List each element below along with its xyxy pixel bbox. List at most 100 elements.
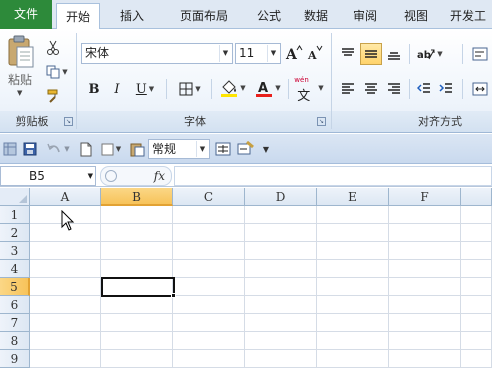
column-header-overflow[interactable] xyxy=(461,188,492,206)
undo-dropdown-icon[interactable]: ▼ xyxy=(64,145,69,153)
decrease-indent-button[interactable] xyxy=(414,78,434,100)
grid-cell[interactable] xyxy=(101,332,173,350)
text-orientation-button[interactable]: ab ▼ xyxy=(414,43,446,65)
phonetic-guide-button[interactable]: wén 文 ▼ xyxy=(292,75,326,104)
grid-cell[interactable] xyxy=(245,350,317,368)
grid-cell[interactable] xyxy=(173,224,245,242)
clipboard-dialog-launcher[interactable]: ↘ xyxy=(64,117,73,126)
grid-cell[interactable] xyxy=(461,278,492,296)
grid-cell[interactable] xyxy=(173,296,245,314)
grid-cell[interactable] xyxy=(461,260,492,278)
number-format-combo[interactable]: 常规 ▼ xyxy=(148,139,210,159)
align-center-button[interactable] xyxy=(360,78,382,100)
tab-8[interactable]: 开发工 xyxy=(444,3,492,29)
grid-cell[interactable] xyxy=(245,206,317,224)
grid-cell[interactable] xyxy=(101,260,173,278)
column-header[interactable]: F xyxy=(389,188,461,206)
underline-button[interactable]: U ▼ xyxy=(130,78,160,100)
font-dialog-launcher[interactable]: ↘ xyxy=(317,117,326,126)
grow-font-button[interactable]: A xyxy=(284,42,304,64)
wrap-text-button[interactable] xyxy=(470,43,490,65)
paint-format-button[interactable] xyxy=(236,140,256,158)
grid-cell[interactable] xyxy=(317,278,389,296)
form-button[interactable] xyxy=(214,140,232,158)
tab-5[interactable]: 数据 xyxy=(294,3,338,29)
align-right-button[interactable] xyxy=(384,78,404,100)
save-button[interactable] xyxy=(22,140,38,158)
grid-cell[interactable] xyxy=(101,314,173,332)
grid-cell[interactable] xyxy=(173,242,245,260)
tab-1[interactable]: 开始 xyxy=(56,3,100,30)
font-color-button[interactable]: A ▼ xyxy=(252,77,284,99)
grid-cell[interactable] xyxy=(173,278,245,296)
grid-cell[interactable] xyxy=(389,224,461,242)
grid-cell[interactable] xyxy=(30,278,101,296)
chevron-down-icon[interactable]: ▼ xyxy=(219,45,231,62)
row-header[interactable]: 4 xyxy=(0,260,30,278)
grid-cell[interactable] xyxy=(245,278,317,296)
italic-button[interactable]: I xyxy=(107,78,127,100)
column-header[interactable]: C xyxy=(173,188,245,206)
name-box[interactable]: B5 ▼ xyxy=(0,166,96,186)
grid-cell[interactable] xyxy=(317,206,389,224)
grid-cell[interactable] xyxy=(317,350,389,368)
grid-cell[interactable] xyxy=(101,350,173,368)
tab-7[interactable]: 视图 xyxy=(392,3,440,29)
grid-cell[interactable] xyxy=(389,278,461,296)
align-middle-button[interactable] xyxy=(360,43,382,65)
align-top-button[interactable] xyxy=(338,43,358,65)
grid-cell[interactable] xyxy=(389,206,461,224)
chevron-down-icon[interactable]: ▼ xyxy=(267,45,279,62)
grid-cell[interactable] xyxy=(173,332,245,350)
row-header[interactable]: 7 xyxy=(0,314,30,332)
row-header[interactable]: 2 xyxy=(0,224,30,242)
grid-cell[interactable] xyxy=(245,224,317,242)
merge-center-button[interactable] xyxy=(470,78,490,100)
grid-cell[interactable] xyxy=(461,296,492,314)
insert-function-button[interactable]: fx xyxy=(154,167,165,185)
row-header[interactable]: 1 xyxy=(0,206,30,224)
grid-cell[interactable] xyxy=(30,242,101,260)
grid-cell[interactable] xyxy=(389,260,461,278)
tab-6[interactable]: 审阅 xyxy=(342,3,388,29)
grid-cell[interactable] xyxy=(245,332,317,350)
increase-indent-button[interactable] xyxy=(436,78,456,100)
undo-button[interactable]: ▼ xyxy=(44,140,72,158)
grid-cell[interactable] xyxy=(173,350,245,368)
grid-cell[interactable] xyxy=(30,332,101,350)
grid-cell[interactable] xyxy=(30,260,101,278)
bold-button[interactable]: B xyxy=(84,78,104,100)
grid-cell[interactable] xyxy=(461,206,492,224)
grid-cell[interactable] xyxy=(245,296,317,314)
grid-cell[interactable] xyxy=(461,242,492,260)
grid-cell[interactable] xyxy=(101,224,173,242)
grid-cell[interactable] xyxy=(389,314,461,332)
borders-dropdown-icon[interactable]: ▼ xyxy=(195,85,200,93)
grid-cell[interactable] xyxy=(245,260,317,278)
chevron-down-icon[interactable]: ▼ xyxy=(196,141,208,157)
paste-special-button[interactable] xyxy=(128,140,146,158)
grid-cell[interactable] xyxy=(317,296,389,314)
grid-cell[interactable] xyxy=(461,350,492,368)
paste-button[interactable]: 粘贴 ▼ xyxy=(4,33,38,105)
tab-3[interactable]: 页面布局 xyxy=(165,3,243,29)
row-header[interactable]: 8 xyxy=(0,332,30,350)
row-header[interactable]: 3 xyxy=(0,242,30,260)
row-header[interactable]: 5 xyxy=(0,278,30,296)
grid-cell[interactable] xyxy=(101,278,173,296)
grid-cell[interactable] xyxy=(101,206,173,224)
borders-button[interactable]: ▼ xyxy=(174,78,206,100)
tab-0[interactable]: 文件 xyxy=(0,0,52,29)
checkbox-control-button[interactable]: ▼ xyxy=(98,140,124,158)
chevron-down-icon[interactable]: ▼ xyxy=(88,167,93,185)
customize-qat-button[interactable]: ▼ xyxy=(260,140,272,158)
font-size-combo[interactable]: 11 ▼ xyxy=(235,43,281,64)
grid-cell[interactable] xyxy=(389,242,461,260)
column-header[interactable]: A xyxy=(30,188,101,206)
format-painter-button[interactable] xyxy=(44,85,64,107)
grid-cell[interactable] xyxy=(101,296,173,314)
grid-cell[interactable] xyxy=(389,296,461,314)
select-all-button[interactable] xyxy=(0,188,30,206)
grid-cell[interactable] xyxy=(461,332,492,350)
row-header[interactable]: 9 xyxy=(0,350,30,368)
